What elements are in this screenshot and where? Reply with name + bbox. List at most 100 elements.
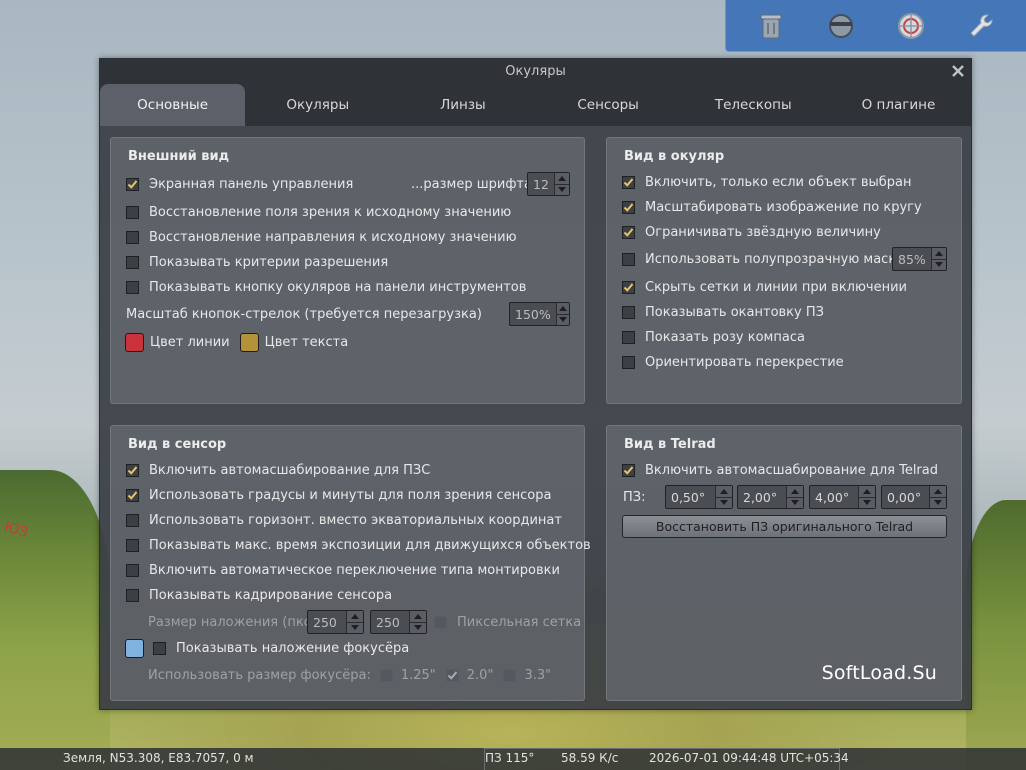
checkbox-label: Включить автомасшабирование для ПЗС [149,463,431,478]
checkbox[interactable] [379,669,393,682]
spin-down-icon[interactable] [787,496,803,508]
focuser-color-swatch[interactable] [125,639,144,658]
close-icon[interactable] [948,61,968,81]
tab-telescopes[interactable]: Телескопы [681,84,826,126]
spinbox-value[interactable]: 250 [308,611,346,633]
spin-up-icon[interactable] [556,303,569,314]
spinbox-value[interactable]: 4,00° [810,486,858,508]
telrad-fov-1-spinbox[interactable]: 0,50° [665,485,733,509]
checkbox[interactable] [622,226,635,239]
spinbox-value[interactable]: 85% [893,248,931,270]
checkbox[interactable] [126,539,139,552]
pixel-grid-option: Пиксельная сетка [434,615,581,630]
spinbox-value[interactable]: 0,00° [882,486,929,508]
dialog-title: Окуляры [505,64,566,79]
font-size-spinbox[interactable]: 12 [527,172,570,196]
checkbox-label: Использовать горизонт. вместо экваториал… [149,513,562,528]
checkbox[interactable] [622,306,635,319]
spin-down-icon[interactable] [859,496,875,508]
status-location[interactable]: Земля, N53.308, E83.7057, 0 м [63,751,254,765]
spin-up-icon[interactable] [347,611,363,622]
overlay-width-spinbox[interactable]: 250 [307,610,364,634]
telrad-view-panel: Вид в Telrad Включить автомасшабирование… [606,425,962,701]
checkbox[interactable] [126,564,139,577]
panel-title: Вид в сенсор [128,437,227,452]
checkbox[interactable] [153,642,166,655]
focuser-size-33: 3.3" [524,668,552,683]
checkbox[interactable] [622,201,635,214]
spin-down-icon[interactable] [554,183,569,195]
spin-up-icon[interactable] [716,486,732,497]
checkbox[interactable] [622,281,635,294]
checkbox[interactable] [434,616,447,629]
trash-icon[interactable] [753,8,789,44]
tab-general[interactable]: Основные [100,84,246,126]
tab-sensors[interactable]: Сенсоры [536,84,681,126]
checkbox[interactable] [126,489,139,502]
restore-telrad-button[interactable]: Восстановить ПЗ оригинального Telrad [622,515,947,538]
color-row: Цвет линии Цвет текста [125,333,348,352]
spin-down-icon[interactable] [716,496,732,508]
spin-up-icon[interactable] [859,486,875,497]
line-color-swatch[interactable] [125,333,144,352]
spin-up-icon[interactable] [554,173,569,184]
checkbox[interactable] [622,464,635,477]
checkbox[interactable] [622,331,635,344]
spin-up-icon[interactable] [931,248,946,259]
arrow-scale-spinbox[interactable]: 150% [509,302,570,326]
checkbox[interactable] [126,206,139,219]
checkbox[interactable] [622,176,635,189]
checkbox[interactable] [126,281,139,294]
checkbox[interactable] [622,253,635,266]
spin-down-icon[interactable] [930,496,946,508]
telrad-fov-3-spinbox[interactable]: 4,00° [809,485,876,509]
status-datetime[interactable]: 2026-07-01 09:44:48 UTC+05:34 [649,751,849,765]
checkbox-label: Восстановление поля зрения к исходному з… [149,205,512,220]
wrench-icon[interactable] [963,8,999,44]
spin-down-icon[interactable] [347,621,363,633]
checkbox-label: Восстановление направления к исходному з… [149,230,517,245]
spinbox-value[interactable]: 0,50° [666,486,715,508]
arrow-scale-label: Масштаб кнопок-стрелок (требуется переза… [126,307,482,322]
checkbox[interactable] [622,356,635,369]
checkbox[interactable] [503,669,517,682]
checkbox[interactable] [126,178,139,191]
crosshair-icon[interactable] [893,8,929,44]
use-dms-option: Использовать градусы и минуты для поля з… [126,488,551,503]
spin-up-icon[interactable] [930,486,946,497]
checkbox[interactable] [126,256,139,269]
checkbox[interactable] [126,231,139,244]
telrad-fov-2-spinbox[interactable]: 2,00° [737,485,804,509]
spin-up-icon[interactable] [410,611,426,622]
spinbox-value[interactable]: 150% [510,303,556,325]
spinbox-value[interactable]: 250 [371,611,409,633]
eyepiece-icon[interactable] [823,8,859,44]
panel-title: Вид в Telrad [624,437,716,452]
spinbox-value[interactable]: 2,00° [738,486,786,508]
checkbox-label: Ориентировать перекрестие [645,355,844,370]
checkbox-label: Показывать кадрирование сенсора [149,588,393,603]
checkbox-label: Использовать полупрозрачную маску [645,252,904,267]
fov-label: ПЗ: [623,490,646,505]
show-max-exposure-option: Показывать макс. время экспозиции для дв… [126,538,591,553]
overlay-height-spinbox[interactable]: 250 [370,610,427,634]
font-size-label: ...размер шрифта [411,177,532,192]
spin-down-icon[interactable] [931,258,946,270]
restore-fov-option: Восстановление поля зрения к исходному з… [126,205,511,220]
checkbox[interactable] [445,669,459,682]
mask-spinbox[interactable]: 85% [892,247,947,271]
spin-down-icon[interactable] [410,621,426,633]
checkbox[interactable] [126,464,139,477]
telrad-fov-4-spinbox[interactable]: 0,00° [881,485,947,509]
checkbox[interactable] [126,589,139,602]
tab-about[interactable]: О плагине [826,84,971,126]
only-if-selected-option: Включить, только если объект выбран [622,175,912,190]
tab-lenses[interactable]: Линзы [390,84,535,126]
spin-down-icon[interactable] [556,313,569,325]
status-fov: ПЗ 115° [485,751,535,765]
spin-up-icon[interactable] [787,486,803,497]
spinbox-value[interactable]: 12 [528,173,554,195]
tab-eyepieces[interactable]: Окуляры [245,84,390,126]
checkbox[interactable] [126,514,139,527]
text-color-swatch[interactable] [239,333,259,352]
